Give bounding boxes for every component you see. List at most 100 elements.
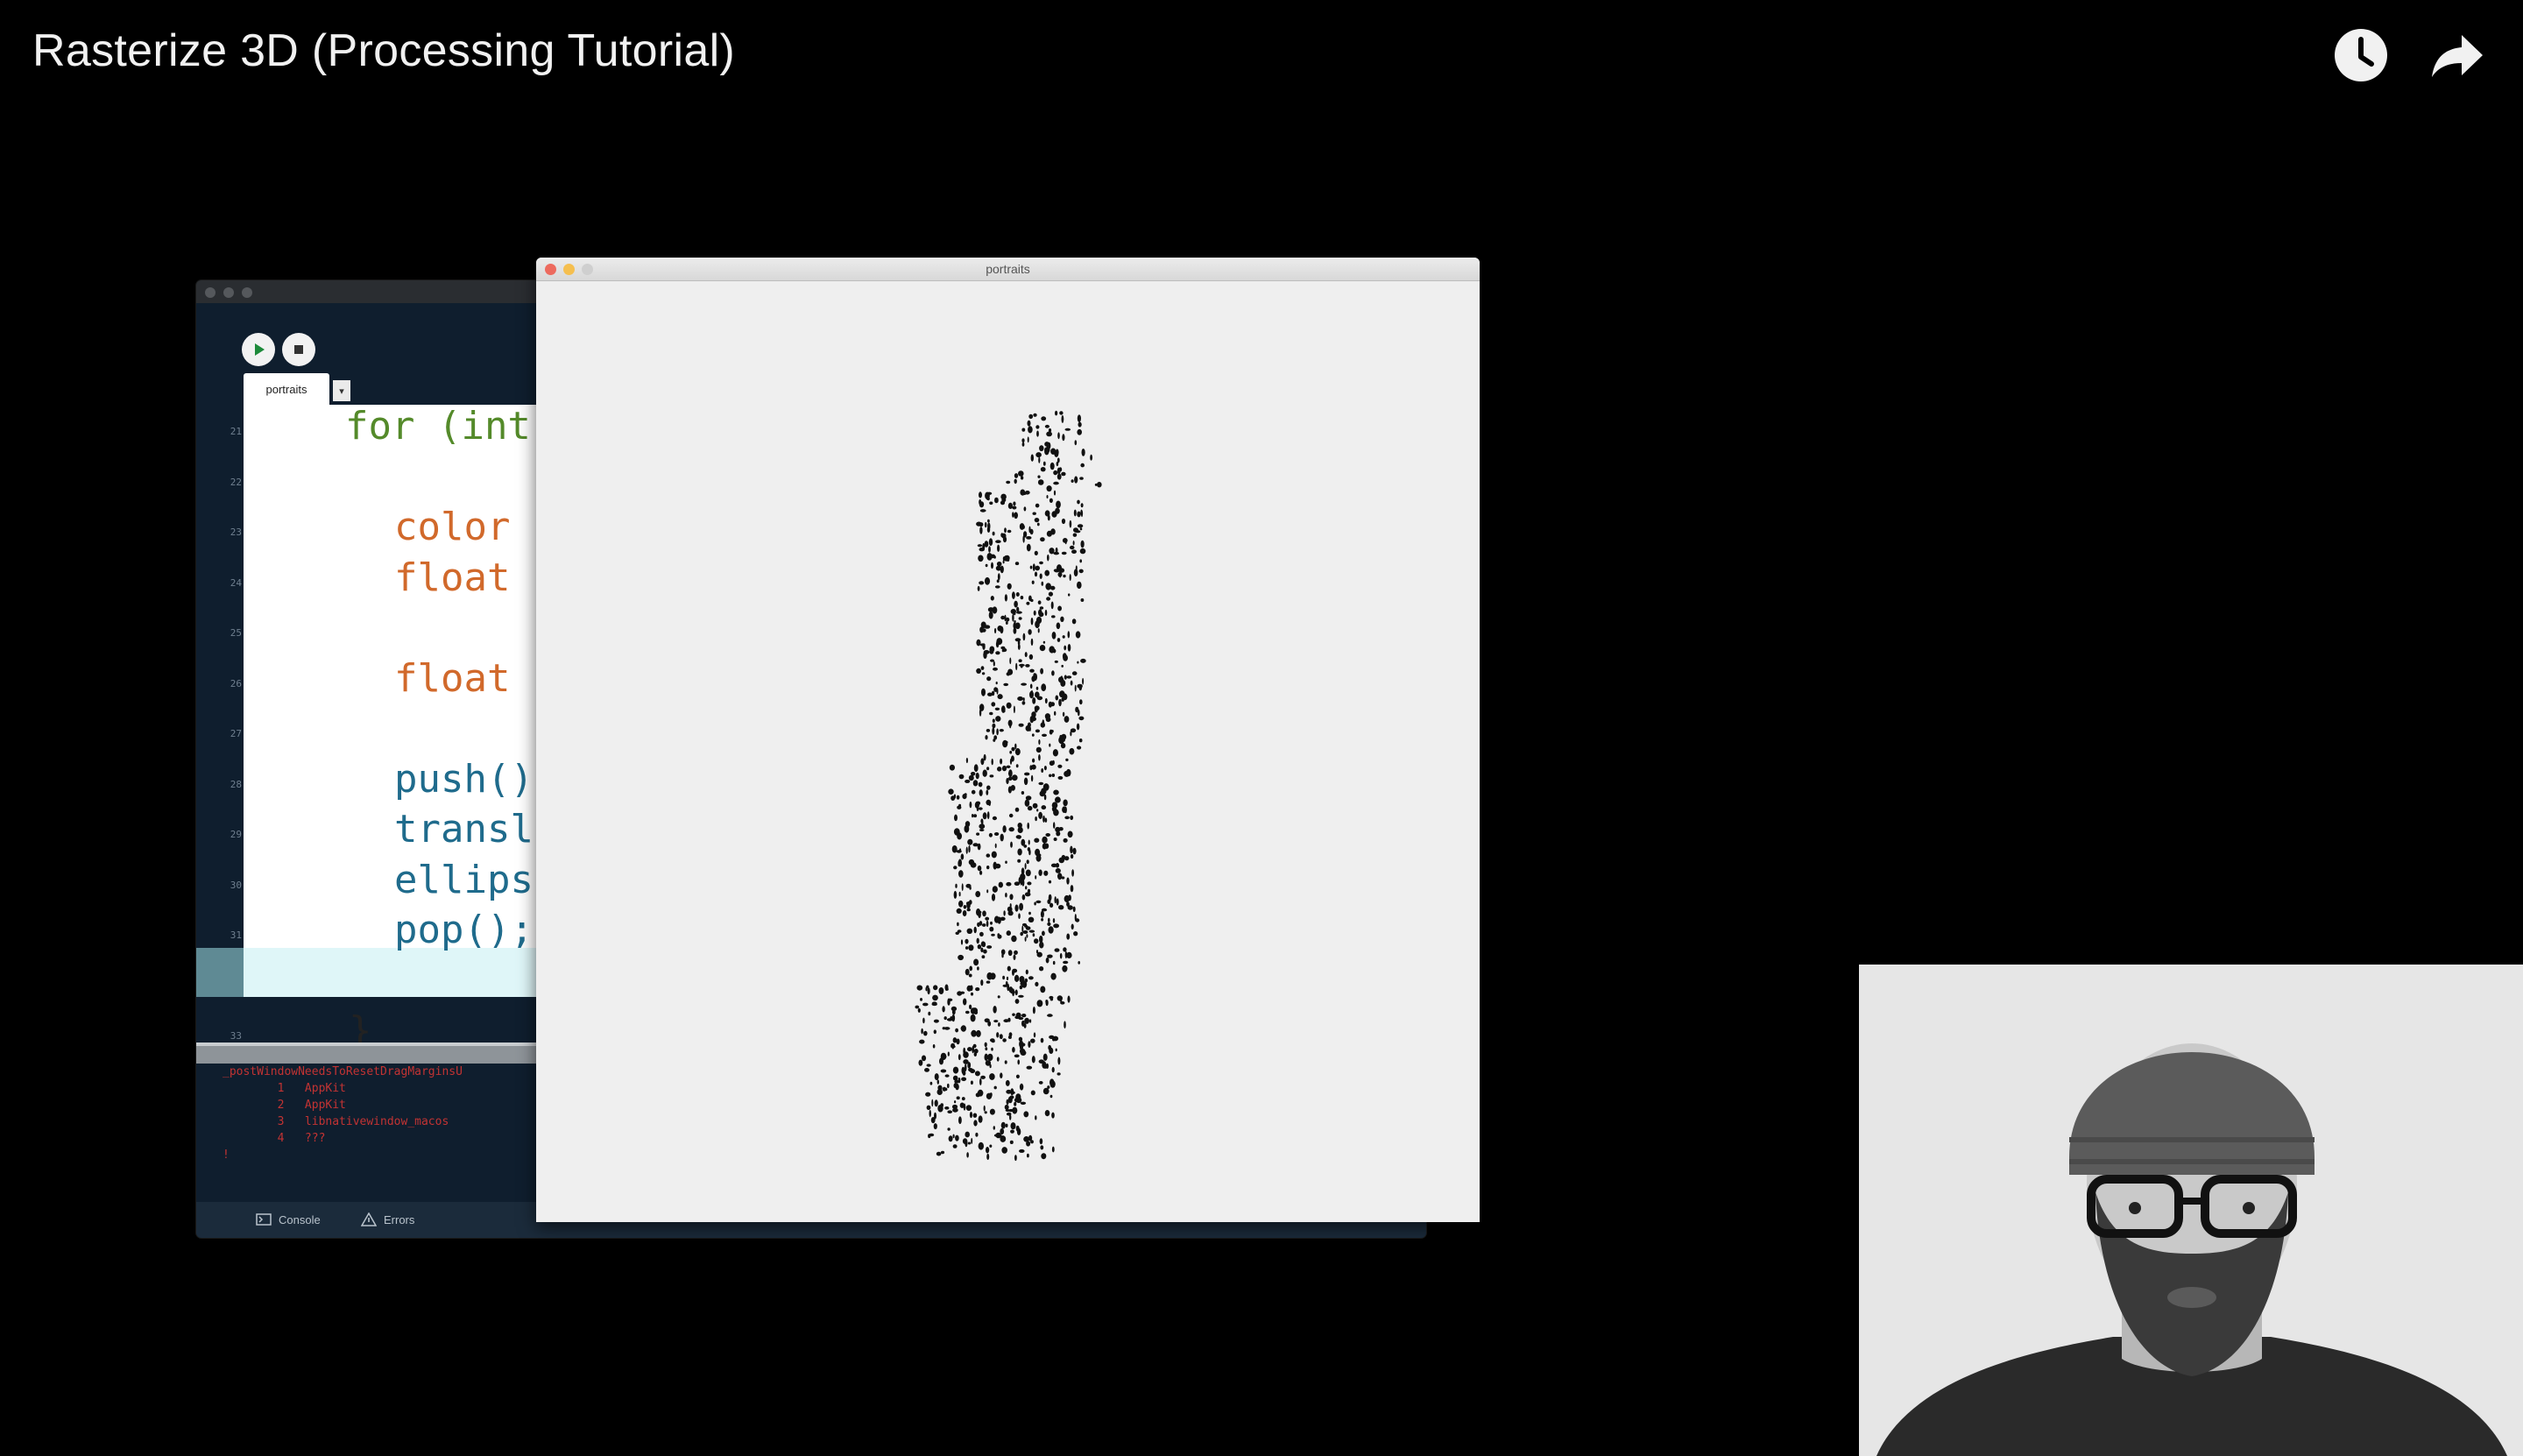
- point-cloud-dot: [951, 1104, 958, 1109]
- point-cloud-dot: [918, 1059, 923, 1066]
- point-cloud-dot: [1072, 847, 1077, 855]
- point-cloud-dot: [965, 1105, 972, 1111]
- point-cloud-dot: [1038, 611, 1044, 618]
- point-cloud-dot: [986, 789, 989, 795]
- point-cloud-dot: [1023, 845, 1028, 848]
- point-cloud-dot: [989, 501, 993, 505]
- point-cloud-dot: [1044, 448, 1049, 456]
- point-cloud-dot: [986, 1092, 993, 1099]
- point-cloud-dot: [978, 807, 983, 810]
- watch-later-icon[interactable]: [2332, 26, 2390, 84]
- point-cloud-dot: [969, 1112, 973, 1119]
- point-cloud-dot: [952, 1066, 959, 1074]
- point-cloud-dot: [1018, 877, 1021, 884]
- tab-portraits[interactable]: portraits: [244, 373, 329, 405]
- point-cloud-dot: [953, 866, 958, 870]
- point-cloud-dot: [1056, 830, 1061, 837]
- line-number: 24: [230, 576, 242, 589]
- point-cloud-dot: [993, 661, 995, 667]
- point-cloud-dot: [1081, 449, 1085, 456]
- point-cloud-dot: [1034, 518, 1040, 523]
- point-cloud-dot: [1079, 699, 1083, 705]
- point-cloud-dot: [1061, 738, 1065, 742]
- point-cloud-dot: [997, 934, 1002, 939]
- line-number: 22: [230, 476, 242, 488]
- point-cloud-dot: [1071, 549, 1077, 554]
- point-cloud-dot: [1075, 918, 1080, 922]
- share-icon[interactable]: [2428, 26, 2486, 84]
- point-cloud-dot: [1070, 731, 1072, 737]
- point-cloud-dot: [1050, 601, 1054, 610]
- point-cloud-dot: [1057, 605, 1062, 611]
- point-cloud-dot: [969, 965, 972, 972]
- point-cloud-dot: [1049, 998, 1054, 1001]
- point-cloud-dot: [1009, 657, 1012, 665]
- point-cloud-dot: [1049, 774, 1052, 778]
- point-cloud-dot: [1064, 645, 1067, 651]
- sketch-zoom-button[interactable]: [582, 264, 593, 275]
- point-cloud-dot: [1014, 512, 1018, 519]
- point-cloud-dot: [1029, 668, 1035, 673]
- point-cloud-dot: [1027, 436, 1029, 443]
- point-cloud-dot: [938, 987, 944, 994]
- point-cloud-dot: [1006, 976, 1009, 980]
- point-cloud-dot: [1004, 527, 1007, 534]
- point-cloud-dot: [986, 1153, 990, 1160]
- point-cloud-dot: [1049, 462, 1055, 470]
- point-cloud-dot: [1067, 631, 1071, 639]
- point-cloud-dot: [1023, 1111, 1029, 1118]
- point-cloud-dot: [1000, 1072, 1003, 1078]
- point-cloud-dot: [1055, 868, 1061, 873]
- point-cloud-dot: [1015, 1074, 1020, 1078]
- point-cloud-dot: [1064, 894, 1070, 903]
- point-cloud-dot: [1025, 926, 1031, 930]
- point-cloud-dot: [1024, 772, 1030, 776]
- point-cloud-dot: [1004, 594, 1007, 602]
- point-cloud-dot: [1073, 931, 1078, 937]
- point-cloud-dot: [1025, 969, 1028, 975]
- sketch-minimize-button[interactable]: [563, 264, 575, 275]
- point-cloud-dot: [1033, 413, 1037, 417]
- point-cloud-dot: [1068, 593, 1071, 597]
- point-cloud-dot: [980, 979, 984, 986]
- point-cloud-dot: [1007, 965, 1011, 972]
- point-cloud-dot: [922, 1002, 929, 1007]
- stop-button[interactable]: [282, 333, 315, 366]
- point-cloud-dot: [1031, 580, 1035, 584]
- point-cloud-dot: [979, 643, 986, 647]
- point-cloud-dot: [1061, 414, 1064, 423]
- line-number: 29: [230, 829, 242, 840]
- point-cloud-dot: [1042, 1087, 1049, 1095]
- sketch-close-button[interactable]: [545, 264, 556, 275]
- point-cloud-dot: [1035, 875, 1037, 880]
- point-cloud-dot: [1028, 413, 1034, 420]
- point-cloud-dot: [1023, 777, 1028, 786]
- point-cloud-dot: [976, 937, 979, 944]
- point-cloud-dot: [921, 1028, 923, 1035]
- point-cloud-dot: [994, 627, 997, 634]
- point-cloud-dot: [960, 939, 964, 945]
- point-cloud-dot: [1000, 533, 1004, 538]
- point-cloud-dot: [1010, 990, 1015, 994]
- ide-zoom-button[interactable]: [242, 287, 252, 298]
- point-cloud-dot: [948, 1135, 953, 1142]
- point-cloud-dot: [1078, 739, 1083, 743]
- point-cloud-dot: [1071, 618, 1077, 625]
- ide-minimize-button[interactable]: [223, 287, 234, 298]
- point-cloud-dot: [953, 890, 958, 899]
- point-cloud-dot: [1018, 659, 1022, 662]
- run-button[interactable]: [242, 333, 275, 366]
- point-cloud-dot: [964, 824, 970, 833]
- point-cloud-dot: [1015, 592, 1020, 597]
- point-cloud-dot: [1021, 791, 1025, 795]
- presenter-webcam: [1859, 965, 2523, 1456]
- point-cloud-dot: [972, 814, 974, 818]
- point-cloud-dot: [1034, 571, 1038, 577]
- errors-tab[interactable]: Errors: [361, 1207, 414, 1232]
- point-cloud-dot: [972, 843, 979, 847]
- point-cloud-dot: [1055, 695, 1059, 701]
- point-cloud-dot: [1007, 772, 1013, 775]
- tab-menu-button[interactable]: ▾: [333, 380, 350, 401]
- ide-close-button[interactable]: [205, 287, 216, 298]
- console-tab[interactable]: Console: [256, 1207, 321, 1232]
